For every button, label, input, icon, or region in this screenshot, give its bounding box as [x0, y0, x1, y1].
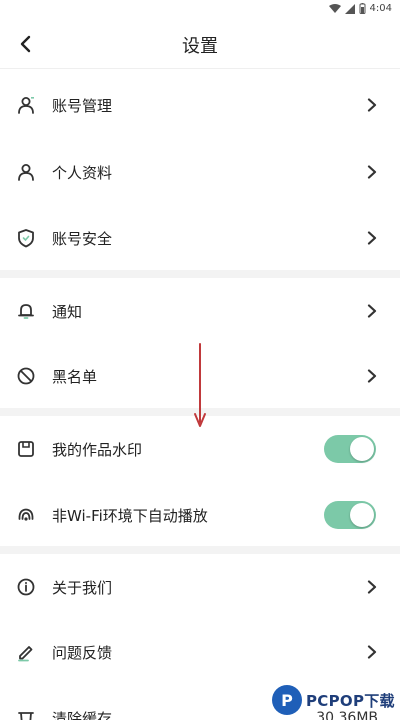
section-divider: [0, 270, 400, 278]
chevron-right-icon: [367, 304, 377, 318]
settings-item-account-security[interactable]: 账号安全: [0, 208, 400, 268]
settings-item-label: 清除缓存: [52, 709, 113, 720]
status-bar: 4:04: [0, 0, 400, 20]
watermark-text: PCPOP下载: [306, 691, 395, 710]
header-divider: [0, 68, 400, 69]
shield-icon: [16, 228, 36, 248]
watermark-toggle[interactable]: [324, 435, 376, 463]
chevron-right-icon: [367, 231, 377, 245]
toggle-knob: [350, 503, 374, 527]
pcpop-logo-icon: P: [272, 685, 302, 715]
wifi-icon: [328, 3, 341, 13]
settings-item-label: 通知: [52, 302, 83, 321]
settings-item-label: 我的作品水印: [52, 440, 143, 459]
profile-icon: [16, 162, 36, 182]
settings-item-notifications[interactable]: 通知: [0, 281, 400, 341]
watermark-icon: [16, 439, 36, 459]
status-time: 4:04: [369, 3, 392, 14]
section-divider: [0, 546, 400, 554]
feedback-icon: [16, 642, 36, 662]
settings-item-label: 问题反馈: [52, 643, 113, 662]
settings-item-profile[interactable]: 个人资料: [0, 142, 400, 202]
settings-item-label: 黑名单: [52, 367, 98, 386]
autoplay-toggle[interactable]: [324, 501, 376, 529]
annotation-arrow-icon: [194, 343, 206, 427]
block-icon: [16, 366, 36, 386]
settings-item-account-management[interactable]: 账号管理: [0, 75, 400, 135]
user-icon: [16, 95, 36, 115]
chevron-right-icon: [367, 580, 377, 594]
settings-item-about-us[interactable]: 关于我们: [0, 557, 400, 617]
app-bar: 设置: [0, 22, 400, 68]
info-icon: [16, 577, 36, 597]
chevron-right-icon: [367, 165, 377, 179]
page-title: 设置: [182, 36, 218, 57]
trash-icon: [16, 708, 36, 720]
bell-icon: [16, 301, 36, 321]
signal-icon: [344, 3, 355, 14]
status-icons: 4:04: [328, 3, 392, 14]
settings-item-label: 个人资料: [52, 163, 113, 182]
settings-item-label: 非Wi-Fi环境下自动播放: [52, 506, 208, 525]
settings-item-label: 关于我们: [52, 578, 113, 597]
pcpop-watermark: P PCPOP下载: [272, 680, 400, 720]
settings-item-label: 账号安全: [52, 229, 113, 248]
toggle-knob: [350, 437, 374, 461]
chevron-right-icon: [367, 645, 377, 659]
chevron-right-icon: [367, 98, 377, 112]
settings-item-label: 账号管理: [52, 96, 113, 115]
battery-icon: [359, 3, 366, 14]
autoplay-icon: [16, 505, 36, 525]
settings-item-autoplay-non-wifi: 非Wi-Fi环境下自动播放: [0, 485, 400, 545]
settings-item-feedback[interactable]: 问题反馈: [0, 622, 400, 682]
chevron-right-icon: [367, 369, 377, 383]
